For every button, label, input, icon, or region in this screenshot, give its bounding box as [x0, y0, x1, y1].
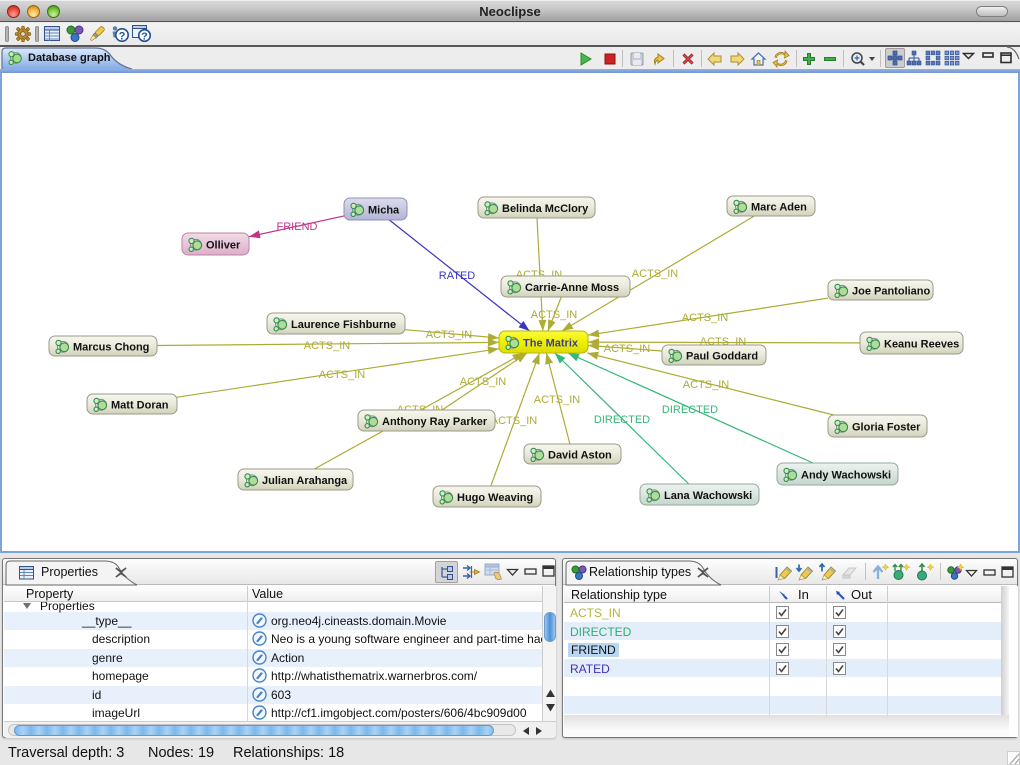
svg-text:Marcus Chong: Marcus Chong	[73, 341, 149, 353]
svg-text:?: ?	[141, 31, 147, 43]
svg-text:ACTS_IN: ACTS_IN	[460, 376, 507, 388]
svg-text:ACTS_IN: ACTS_IN	[531, 309, 578, 321]
svg-text:ACTS_IN: ACTS_IN	[319, 369, 366, 381]
svg-text:DIRECTED: DIRECTED	[662, 404, 718, 416]
svg-text:ACTS_IN: ACTS_IN	[604, 343, 651, 355]
svg-text:Carrie-Anne Moss: Carrie-Anne Moss	[525, 282, 619, 294]
svg-text:DIRECTED: DIRECTED	[594, 414, 650, 426]
svg-text:Laurence Fishburne: Laurence Fishburne	[291, 319, 396, 331]
svg-text:ACTS_IN: ACTS_IN	[426, 329, 473, 341]
svg-text:Julian Arahanga: Julian Arahanga	[262, 475, 348, 487]
svg-text:Lana Wachowski: Lana Wachowski	[664, 490, 752, 502]
svg-text:Olliver: Olliver	[206, 239, 241, 251]
svg-text:FRIEND: FRIEND	[277, 221, 318, 233]
svg-text:ACTS_IN: ACTS_IN	[491, 415, 538, 427]
svg-text:Gloria Foster: Gloria Foster	[852, 421, 921, 433]
svg-text:Andy Wachowski: Andy Wachowski	[801, 469, 891, 481]
svg-text:The Matrix: The Matrix	[523, 337, 579, 349]
svg-text:ACTS_IN: ACTS_IN	[632, 268, 679, 280]
svg-text:David Aston: David Aston	[548, 449, 612, 461]
svg-text:ACTS_IN: ACTS_IN	[304, 340, 351, 352]
svg-text:ACTS_IN: ACTS_IN	[682, 312, 729, 324]
svg-text:Micha: Micha	[368, 204, 400, 216]
svg-text:Belinda McClory: Belinda McClory	[502, 203, 589, 215]
svg-text:ACTS_IN: ACTS_IN	[534, 394, 581, 406]
svg-text:RATED: RATED	[439, 270, 476, 282]
svg-text:?: ?	[119, 31, 126, 43]
svg-text:Anthony Ray Parker: Anthony Ray Parker	[382, 416, 488, 428]
svg-text:Matt Doran: Matt Doran	[111, 399, 169, 411]
svg-text:Hugo Weaving: Hugo Weaving	[457, 492, 533, 504]
svg-text:Joe Pantoliano: Joe Pantoliano	[852, 285, 931, 297]
svg-text:Marc Aden: Marc Aden	[751, 201, 807, 213]
svg-text:Keanu Reeves: Keanu Reeves	[884, 338, 959, 350]
svg-text:ACTS_IN: ACTS_IN	[683, 379, 730, 391]
svg-text:Paul Goddard: Paul Goddard	[686, 350, 758, 362]
